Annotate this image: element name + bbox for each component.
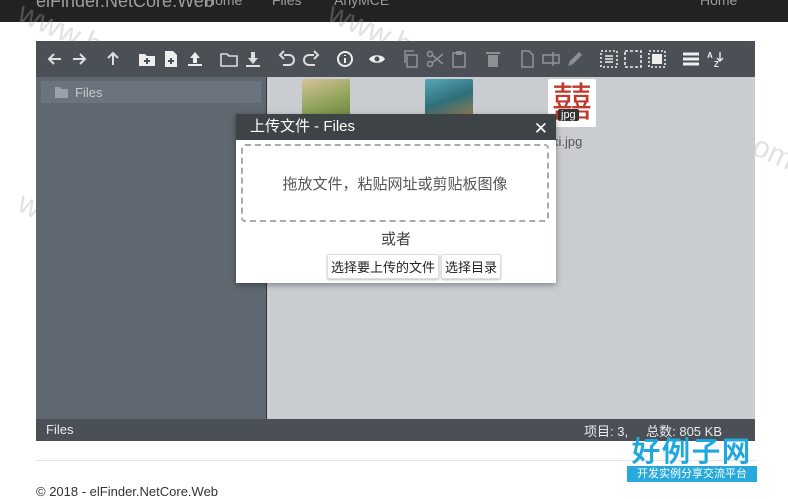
copy-icon[interactable] [400, 47, 422, 71]
undo-icon[interactable] [276, 47, 298, 71]
select-all-icon[interactable] [598, 47, 620, 71]
svg-text:Z: Z [714, 60, 719, 68]
up-icon[interactable] [102, 47, 124, 71]
select-folder-button[interactable]: 选择目录 [441, 254, 502, 279]
new-file-icon[interactable] [160, 47, 182, 71]
nav-item-anymce[interactable]: AnyMCE [334, 0, 389, 8]
download-icon[interactable] [242, 47, 264, 71]
select-files-button[interactable]: 选择要上传的文件 [327, 254, 440, 279]
redo-icon[interactable] [300, 47, 322, 71]
drop-zone-text: 拖放文件，粘贴网址或剪贴板图像 [282, 175, 508, 193]
delete-icon[interactable] [482, 47, 504, 71]
duplicate-icon[interactable] [516, 47, 538, 71]
svg-text:A: A [707, 51, 713, 60]
upload-dialog: 上传文件 - Files ✕ 拖放文件，粘贴网址或剪贴板图像 或者 选择要上传的… [236, 114, 556, 283]
logo-subtitle: 开发实例分享交流平台 [627, 466, 757, 482]
sort-icon[interactable]: AZ [704, 47, 726, 71]
status-path[interactable]: Files [46, 422, 73, 437]
tree-item-label: Files [75, 84, 103, 100]
select-none-icon[interactable] [622, 47, 644, 71]
paste-icon[interactable] [448, 47, 470, 71]
upload-icon[interactable] [184, 47, 206, 71]
file-type-badge: jpg [558, 109, 579, 121]
nav-item-home[interactable]: Home [205, 0, 242, 8]
preview-icon[interactable] [366, 47, 388, 71]
back-icon[interactable] [44, 47, 66, 71]
open-icon[interactable] [218, 47, 240, 71]
footer-copyright: © 2018 - elFinder.NetCore.Web [36, 484, 219, 499]
dialog-title: 上传文件 - Files [250, 118, 356, 135]
or-separator: 或者 [380, 231, 411, 248]
nav-item-right[interactable]: Home [700, 0, 737, 8]
new-folder-icon[interactable] [136, 47, 158, 71]
list-view-icon[interactable] [680, 47, 702, 71]
site-logo: 好例子网 开发实例分享交流平台 [627, 430, 757, 484]
navigation-tree: Files [36, 77, 266, 419]
close-icon[interactable]: ✕ [534, 116, 548, 142]
file-name[interactable]: xi.jpg [552, 134, 582, 149]
info-icon[interactable] [334, 47, 356, 71]
tree-item-files[interactable]: Files [41, 81, 261, 103]
dialog-title-bar[interactable]: 上传文件 - Files ✕ [236, 114, 556, 140]
select-invert-icon[interactable] [646, 47, 668, 71]
top-navbar: elFinder.NetCore.Web Home Files AnyMCE H… [0, 0, 788, 22]
forward-icon[interactable] [68, 47, 90, 71]
nav-item-files[interactable]: Files [272, 0, 302, 8]
cut-icon[interactable] [424, 47, 446, 71]
drop-zone[interactable]: 拖放文件，粘贴网址或剪贴板图像 [241, 144, 549, 222]
logo-title: 好例子网 [631, 436, 752, 467]
folder-open-icon [55, 87, 68, 98]
toolbar: AZ [36, 41, 755, 77]
edit-icon[interactable] [564, 47, 586, 71]
rename-icon[interactable] [540, 47, 562, 71]
navbar-brand[interactable]: elFinder.NetCore.Web [36, 0, 214, 12]
